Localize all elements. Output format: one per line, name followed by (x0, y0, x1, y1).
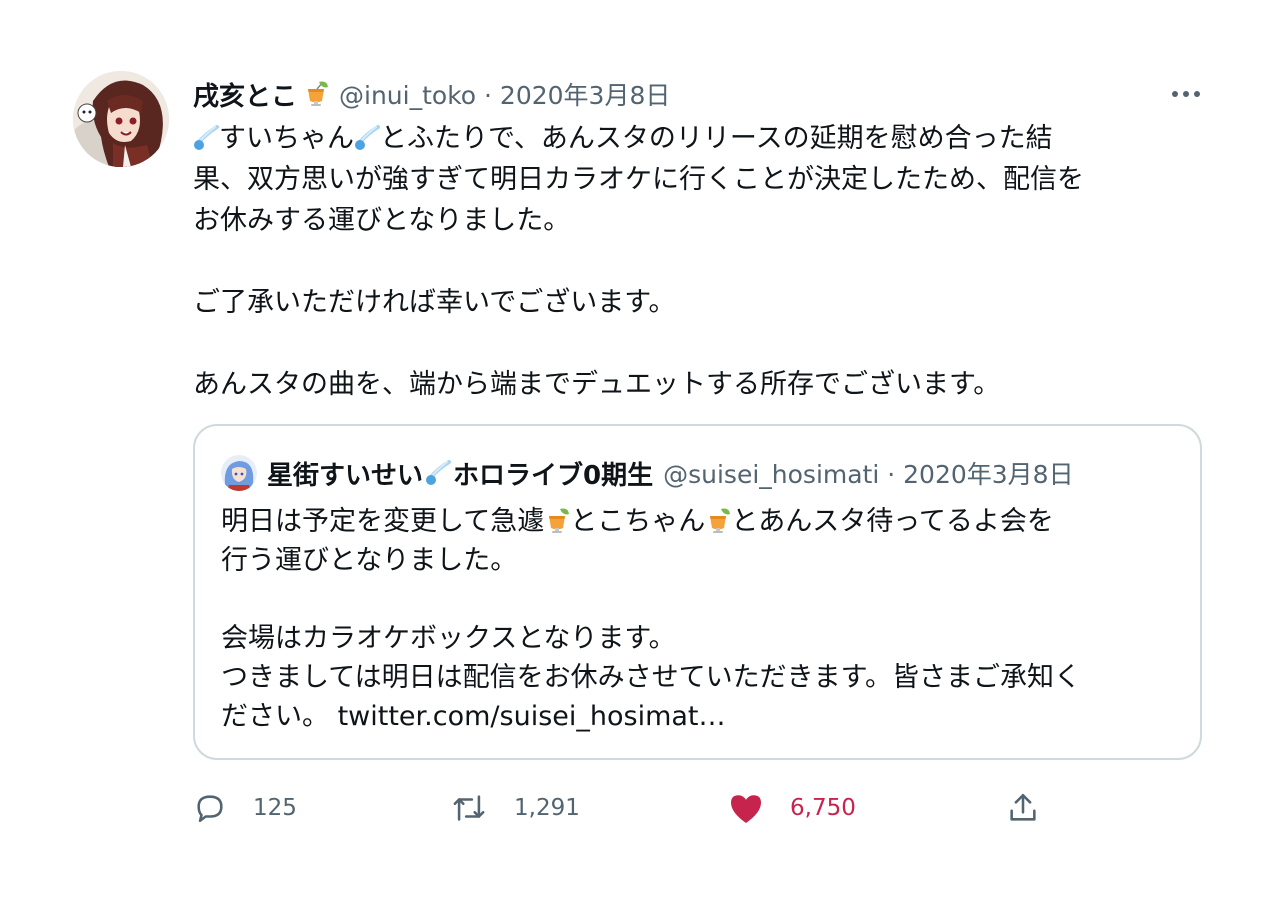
quoted-line: ださい。 twitter.com/suisei_hosimat… (221, 697, 1191, 736)
cocktail-emoji-icon (303, 81, 329, 107)
author-handle-and-date[interactable]: @inui_toko · 2020年3月8日 (339, 76, 670, 112)
comet-emoji-icon (354, 122, 380, 150)
quoted-text-segment: 明日は予定を変更して急遽 (221, 506, 545, 537)
quoted-line: 行う運びとなりました。 (221, 545, 518, 576)
retweet-count: 1,291 (514, 795, 580, 821)
tweet-header: 戌亥とこ @inui_toko · 2020年3月8日 (193, 76, 670, 112)
quoted-author-handle-and-date: @suisei_hosimati · 2020年3月8日 (663, 460, 1074, 489)
cocktail-emoji-icon (705, 506, 731, 533)
comet-emoji-icon (193, 122, 219, 150)
retweet-button[interactable]: 1,291 (450, 786, 580, 830)
quoted-tweet[interactable]: 星街すいせい ホロライブ0期生 @suisei_hosimati · 2020年… (193, 424, 1202, 760)
tweet-line: 果、双方思いが強すぎて明日カラオケに行くことが決定したため、配信を (193, 164, 1084, 195)
like-count: 6,750 (790, 795, 856, 821)
quoted-line: つきましては明日は配信をお休みさせていただきます。皆さまご承知く (221, 662, 1081, 693)
like-button[interactable]: 6,750 (728, 786, 856, 830)
tweet-line: すいちゃん とふたりで、あんスタのリリースの延期を慰め合った結 (193, 118, 1203, 159)
quoted-tweet-header: 星街すいせい ホロライブ0期生 @suisei_hosimati · 2020年… (221, 454, 1074, 492)
reply-icon (193, 791, 227, 825)
reply-button[interactable]: 125 (193, 786, 297, 830)
quoted-tweet-link[interactable]: twitter.com/suisei_hosimat… (338, 701, 726, 732)
quoted-author-avatar (221, 455, 257, 491)
share-icon (1006, 791, 1040, 825)
tweet-line: ご了承いただければ幸いでございます。 (193, 287, 676, 318)
quoted-text-segment: ださい。 (221, 701, 329, 732)
share-button[interactable] (1006, 786, 1040, 830)
tweet[interactable]: 戌亥とこ @inui_toko · 2020年3月8日 すいちゃん とふたりで、… (0, 0, 1284, 901)
more-icon (1171, 83, 1201, 102)
quoted-author-display-name: 星街すいせい (267, 460, 424, 491)
tweet-text-segment: すいちゃん (219, 123, 354, 154)
quoted-text-segment: とあんスタ待ってるよ会を (731, 506, 1054, 537)
heart-filled-icon (728, 791, 764, 825)
reply-count: 125 (253, 795, 297, 821)
quoted-author-name-suffix: ホロライブ0期生 (453, 460, 654, 491)
quoted-text-segment: とこちゃん (570, 506, 706, 537)
tweet-text-segment: とふたりで、あんスタのリリースの延期を慰め合った結 (380, 123, 1053, 154)
tweet-actions: 125 1,291 6,750 (193, 786, 1093, 830)
quoted-tweet-text: 明日は予定を変更して急遽 とこちゃん とあんスタ待ってるよ会を 行う運びとなりま… (221, 502, 1191, 736)
more-options-button[interactable] (1166, 80, 1206, 104)
tweet-text: すいちゃん とふたりで、あんスタのリリースの延期を慰め合った結 果、双方思いが強… (193, 118, 1203, 405)
quoted-line: 明日は予定を変更して急遽 とこちゃん とあんスタ待ってるよ会を (221, 502, 1191, 541)
retweet-icon (450, 791, 488, 825)
comet-emoji-icon (425, 460, 452, 486)
author-display-name[interactable]: 戌亥とこ (193, 76, 297, 113)
author-avatar[interactable] (73, 71, 169, 167)
tweet-line: お休みする運びとなりました。 (193, 205, 571, 236)
quoted-line: 会場はカラオケボックスとなります。 (221, 623, 676, 654)
tweet-line: あんスタの曲を、端から端までデュエットする所存でございます。 (193, 369, 1001, 400)
cocktail-emoji-icon (544, 506, 570, 533)
